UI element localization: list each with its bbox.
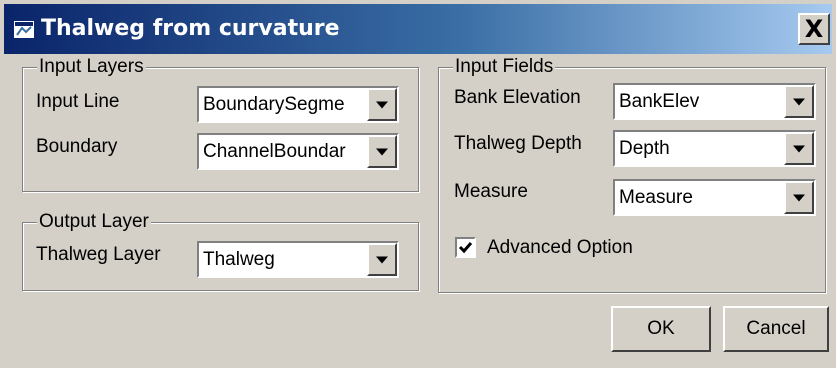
boundary-value: ChannelBoundar [203,140,346,162]
measure-value: Measure [619,186,693,208]
thalweg-layer-select[interactable]: Thalweg [197,241,399,278]
chevron-down-icon[interactable] [367,88,397,121]
measure-label: Measure [454,181,528,202]
ok-button[interactable]: OK [611,306,711,352]
input-line-label: Input Line [36,91,120,112]
bank-elevation-label: Bank Elevation [454,87,581,108]
thalweg-depth-select[interactable]: Depth [613,130,816,167]
cancel-button[interactable]: Cancel [723,306,829,352]
advanced-option-label[interactable]: Advanced Option [487,236,633,260]
chevron-down-icon[interactable] [367,243,397,276]
thalweg-layer-value: Thalweg [203,248,275,270]
chevron-down-icon[interactable] [784,181,814,214]
measure-select[interactable]: Measure [613,179,816,216]
thalweg-depth-label: Thalweg Depth [454,133,582,154]
title-bar[interactable]: Thalweg from curvature X [4,4,832,54]
chevron-down-icon[interactable] [367,135,397,168]
thalweg-layer-label: Thalweg Layer [36,244,161,265]
input-line-select[interactable]: BoundarySegme [197,86,399,123]
advanced-option-checkbox[interactable] [455,237,476,258]
window-title: Thalweg from curvature [41,16,340,41]
chevron-down-icon[interactable] [784,132,814,165]
close-button[interactable]: X [798,13,830,45]
dialog-window: Thalweg from curvature X Input Layers In… [0,0,836,368]
chevron-down-icon[interactable] [784,85,814,118]
output-layer-legend: Output Layer [37,210,151,234]
thalweg-depth-value: Depth [619,137,670,159]
input-line-value: BoundarySegme [203,93,345,115]
close-icon: X [804,15,824,43]
boundary-select[interactable]: ChannelBoundar [197,133,399,170]
boundary-label: Boundary [36,136,118,157]
bank-elevation-select[interactable]: BankElev [613,83,816,120]
input-fields-legend: Input Fields [453,55,556,79]
bank-elevation-value: BankElev [619,90,700,112]
checkmark-icon [458,242,473,254]
map-icon [14,21,34,38]
input-layers-legend: Input Layers [37,55,146,79]
